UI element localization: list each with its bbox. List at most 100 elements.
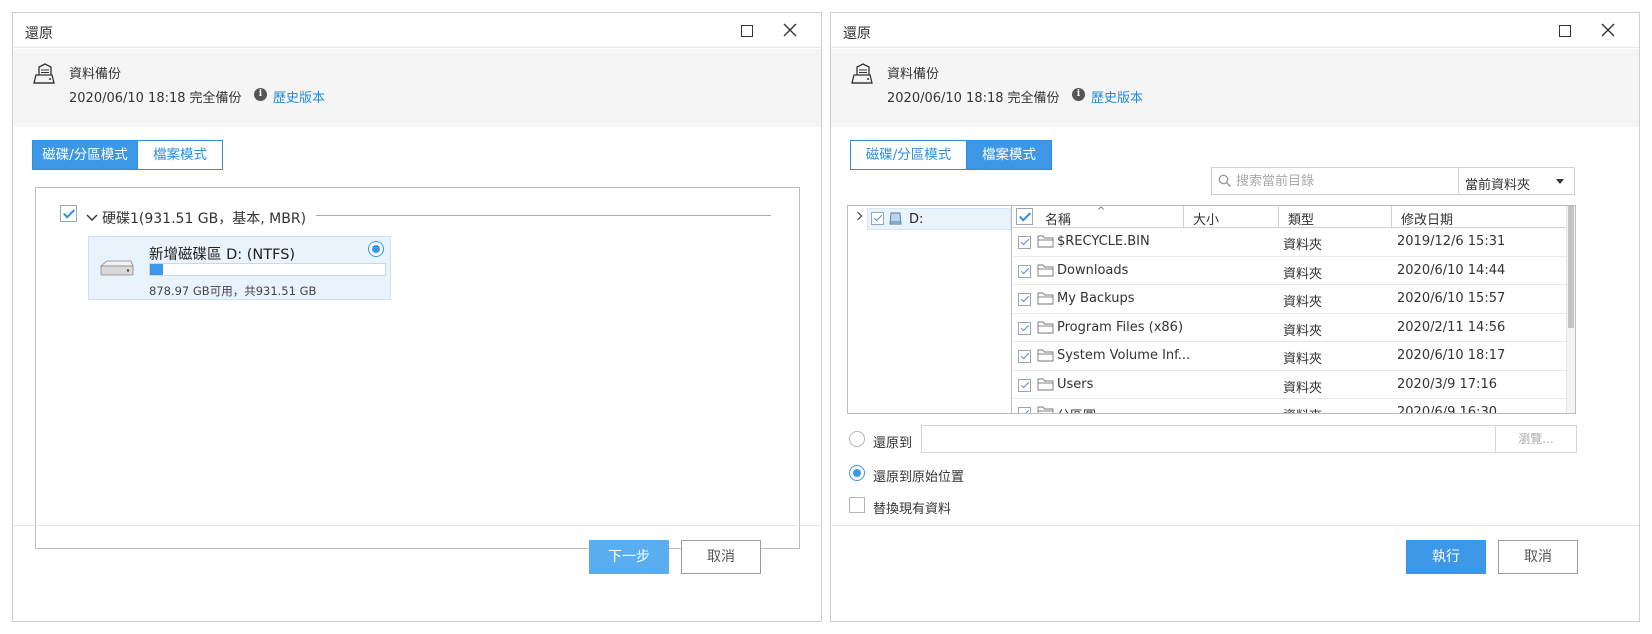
folder-icon: [1037, 264, 1054, 276]
file-type: 資料夾: [1283, 380, 1323, 396]
row-checkbox[interactable]: [1018, 236, 1031, 249]
maximize-icon[interactable]: [1551, 19, 1577, 41]
select-all-checkbox[interactable]: [1016, 208, 1033, 225]
backup-type: 完全備份: [189, 91, 242, 106]
execute-button[interactable]: 執行: [1406, 540, 1486, 574]
file-modified: 2020/6/10 18:17: [1397, 348, 1506, 363]
partition-usage-bar: [149, 263, 386, 276]
footer-divider: [831, 525, 1639, 526]
backup-type: 完全備份: [1007, 91, 1060, 106]
file-row[interactable]: My Backups 資料夾 2020/6/10 15:57: [1013, 285, 1568, 314]
dialog-title: 還原: [25, 26, 53, 42]
restore-path-input[interactable]: [921, 425, 1496, 453]
restore-to-radio[interactable]: [849, 431, 865, 447]
file-list: 名稱 ^ 大小 類型 修改日期 $RECYCLE.BIN 資料夾 2019/12…: [1013, 206, 1568, 413]
file-browser: D: 名稱 ^ 大小 類型 修改日期 $RECYCLE.BIN 資料夾 2019…: [847, 205, 1576, 414]
backup-name: 資料備份: [69, 67, 122, 82]
hard-drive-icon: [99, 260, 134, 276]
partition-radio[interactable]: [368, 241, 384, 257]
search-scope-dropdown[interactable]: 當前資料夾: [1459, 167, 1575, 195]
title-bar: 還原: [13, 13, 821, 48]
tab-disk-partition-mode[interactable]: 磁碟/分區模式: [32, 140, 138, 170]
backup-datetime: 2020/06/10 18:18: [69, 91, 186, 106]
chevron-right-icon[interactable]: [853, 211, 863, 221]
disk-label: 硬碟1(931.51 GB，基本, MBR): [102, 211, 307, 227]
cancel-button[interactable]: 取消: [1498, 540, 1578, 574]
partition-card[interactable]: 新增磁碟區 D: (NTFS) 878.97 GB可用，共931.51 GB: [88, 236, 391, 300]
cancel-button[interactable]: 取消: [681, 540, 761, 574]
footer-divider: [13, 525, 821, 526]
browse-button[interactable]: 瀏覽...: [1495, 425, 1577, 453]
disk-checkbox[interactable]: [60, 205, 77, 222]
column-separator: [1278, 206, 1279, 228]
row-checkbox[interactable]: [1018, 293, 1031, 306]
replace-existing-label: 替換現有資料: [873, 502, 952, 517]
column-separator: [1391, 206, 1392, 228]
row-checkbox[interactable]: [1018, 407, 1031, 413]
restore-dialog-disk-mode: 還原 資料備份 2020/06/10 18:18 完全備份 i 歷史版本 磁碟/分…: [12, 12, 822, 622]
tab-file-mode[interactable]: 檔案模式: [138, 140, 223, 170]
file-row[interactable]: Users 資料夾 2020/3/9 17:16: [1013, 371, 1568, 399]
column-modified[interactable]: 修改日期: [1401, 209, 1453, 228]
backup-datetime: 2020/06/10 18:18: [887, 91, 1004, 106]
history-version-link[interactable]: 歷史版本: [1091, 87, 1143, 106]
disk-row: 硬碟1(931.51 GB，基本, MBR): [86, 208, 306, 228]
title-bar: 還原: [831, 13, 1639, 48]
backup-disk-icon: [851, 63, 873, 84]
file-row[interactable]: $RECYCLE.BIN 資料夾 2019/12/6 15:31: [1013, 228, 1568, 257]
file-type: 資料夾: [1283, 238, 1323, 253]
dropdown-arrow-icon: [1556, 179, 1564, 184]
info-icon: i: [254, 88, 267, 101]
file-name: Downloads: [1057, 262, 1129, 278]
file-modified: 2020/6/10 15:57: [1397, 291, 1506, 306]
chevron-down-icon[interactable]: [86, 212, 98, 224]
file-row[interactable]: System Volume Inf... 資料夾 2020/6/10 18:17: [1013, 342, 1568, 371]
column-size[interactable]: 大小: [1193, 209, 1219, 228]
search-scope-value: 當前資料夾: [1465, 178, 1531, 193]
file-row[interactable]: Downloads 資料夾 2020/6/10 14:44: [1013, 257, 1568, 285]
mode-tabs: 磁碟/分區模式 檔案模式: [850, 140, 1052, 170]
scrollbar-thumb[interactable]: [1568, 206, 1574, 328]
backup-name: 資料備份: [887, 67, 940, 82]
row-checkbox[interactable]: [1018, 378, 1031, 392]
history-version-link[interactable]: 歷史版本: [273, 87, 325, 106]
maximize-icon[interactable]: [733, 19, 759, 41]
backup-header: 資料備份 2020/06/10 18:18 完全備份 i 歷史版本: [13, 49, 821, 127]
row-checkbox[interactable]: [1018, 321, 1031, 335]
replace-existing-checkbox[interactable]: [849, 497, 865, 513]
column-separator: [1183, 206, 1184, 228]
search-box: [1211, 167, 1459, 195]
folder-icon: [1037, 349, 1054, 362]
folder-icon: [1037, 235, 1054, 248]
backup-date: 2020/06/10 18:18 完全備份: [69, 87, 246, 106]
file-name: Program Files (x86): [1057, 319, 1184, 335]
tab-disk-partition-mode[interactable]: 磁碟/分區模式: [850, 140, 967, 170]
file-modified: 2020/3/9 17:16: [1397, 376, 1497, 392]
folder-icon: [1037, 321, 1054, 333]
restore-original-radio[interactable]: [849, 465, 865, 481]
folder-tree: D:: [848, 206, 1012, 413]
file-row[interactable]: Program Files (x86) 資料夾 2020/2/11 14:56: [1013, 314, 1568, 342]
vertical-scrollbar[interactable]: [1566, 206, 1575, 413]
tree-checkbox[interactable]: [871, 212, 884, 225]
close-icon[interactable]: [777, 19, 803, 41]
column-type[interactable]: 類型: [1288, 209, 1314, 228]
close-icon[interactable]: [1595, 19, 1621, 41]
mode-tabs: 磁碟/分區模式 檔案模式: [32, 140, 223, 170]
row-checkbox[interactable]: [1018, 350, 1031, 363]
file-type: 資料夾: [1283, 352, 1323, 367]
partition-capacity: 878.97 GB可用，共931.51 GB: [149, 284, 317, 298]
restore-dialog-file-mode: 還原 資料備份 2020/06/10 18:18 完全備份 i 歷史版本 磁碟/分…: [830, 12, 1640, 622]
row-checkbox[interactable]: [1018, 264, 1031, 278]
file-row[interactable]: 分區圖 資料夾 2020/6/9 16:30: [1013, 399, 1568, 413]
tab-file-mode[interactable]: 檔案模式: [967, 140, 1052, 170]
tree-item-d-drive[interactable]: D:: [867, 208, 1011, 230]
partition-usage-fill: [150, 264, 164, 275]
file-name: My Backups: [1057, 291, 1135, 306]
next-button[interactable]: 下一步: [589, 540, 669, 574]
search-input[interactable]: [1236, 172, 1451, 190]
file-modified: 2020/2/11 14:56: [1397, 319, 1506, 335]
file-type: 資料夾: [1283, 295, 1323, 310]
info-icon: i: [1072, 88, 1085, 101]
column-name[interactable]: 名稱: [1045, 209, 1071, 228]
